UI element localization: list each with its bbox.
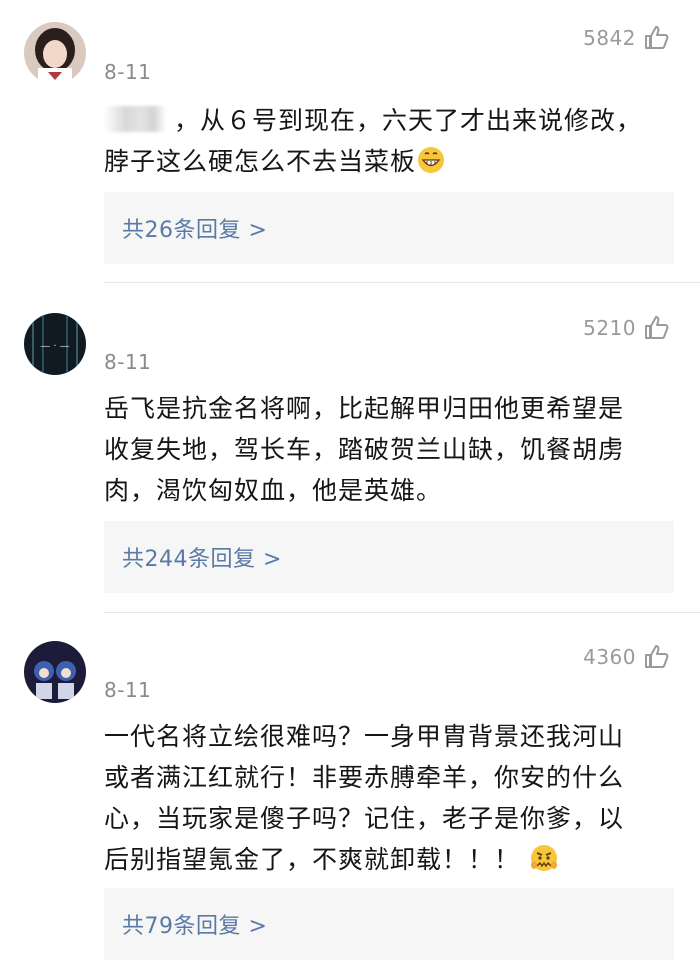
user-avatar[interactable] xyxy=(24,641,86,703)
view-replies-button[interactable]: 共79条回复 > xyxy=(104,888,674,960)
like-count: 5842 xyxy=(583,26,636,50)
like-count: 5210 xyxy=(583,316,636,340)
grinning-face-emoji-icon xyxy=(418,147,445,173)
comment-date: 8-11 xyxy=(104,60,152,84)
angry-face-emoji-icon xyxy=(530,845,557,871)
comment-text: ，从６号到现在，六天了才出来说修改， 脖子这么硬怎么不去当菜板 xyxy=(104,106,643,176)
comment-divider xyxy=(104,282,700,283)
comment-text: 一代名将立绘很难吗？一身甲胄背景还我河山 或者满江红就行！非要赤膊牵羊，你安的什… xyxy=(104,722,625,874)
like-count: 4360 xyxy=(583,645,636,669)
user-avatar[interactable]: — · — xyxy=(24,313,86,375)
thumbs-up-icon xyxy=(645,316,669,339)
like-button[interactable]: 5842 xyxy=(583,24,670,52)
comment-text: 岳飞是抗金名将啊，比起解甲归田他更希望是 收复失地，驾长车，踏破贺兰山缺，饥餐胡… xyxy=(104,394,625,505)
user-avatar[interactable] xyxy=(24,22,86,84)
svg-text:— · —: — · — xyxy=(40,341,70,352)
thumbs-up-icon xyxy=(645,26,669,49)
comment-date: 8-11 xyxy=(104,678,152,702)
like-button[interactable]: 5210 xyxy=(583,314,670,342)
comment-divider xyxy=(104,612,700,613)
comment-date: 8-11 xyxy=(104,350,152,374)
redacted-mention xyxy=(104,106,166,132)
like-button[interactable]: 4360 xyxy=(583,643,670,671)
view-replies-button[interactable]: 共244条回复 > xyxy=(104,521,674,593)
thumbs-up-icon xyxy=(645,645,669,668)
view-replies-button[interactable]: 共26条回复 > xyxy=(104,192,674,264)
